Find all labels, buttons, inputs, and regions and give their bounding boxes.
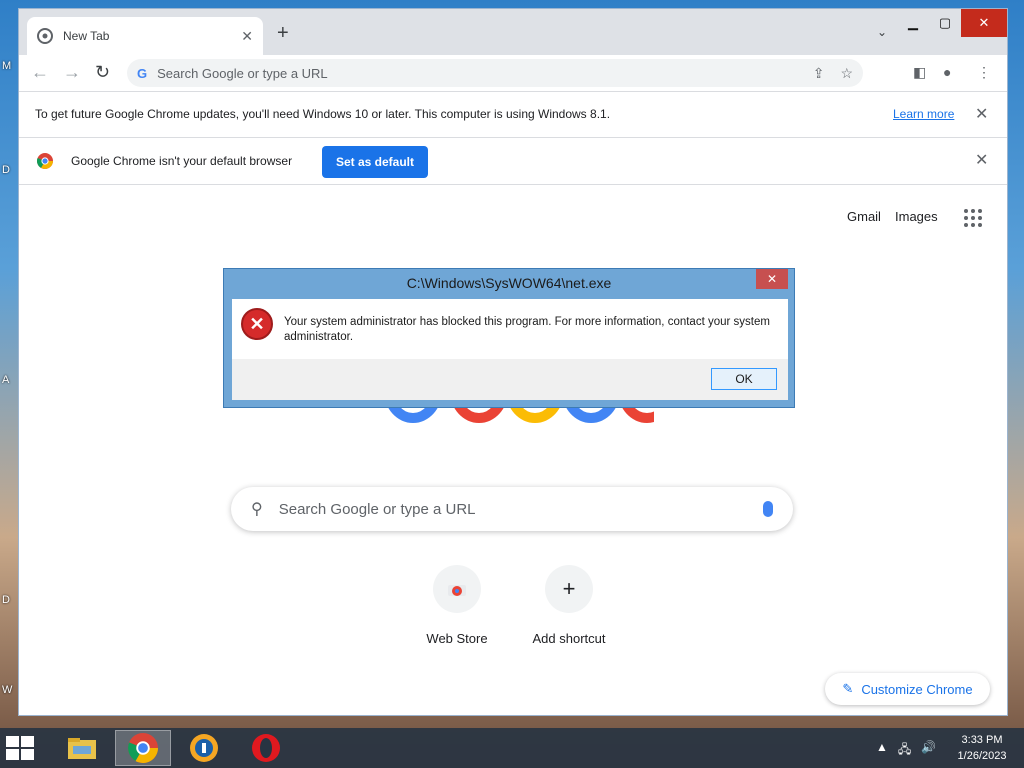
gmail-link[interactable]: Gmail [847,209,881,224]
back-button[interactable]: ← [31,63,49,81]
chrome-logo-icon [37,153,53,169]
ok-button[interactable]: OK [711,368,777,390]
forward-button[interactable]: → [63,63,81,81]
windows-start-icon[interactable] [6,736,34,760]
tab-new-tab[interactable]: New Tab ✕ [27,17,263,55]
taskbar: ▲ 🖧 🔊 3:33 PM 1/26/2023 [0,728,1024,768]
minimize-button[interactable]: ▁ [897,9,929,37]
web-store-icon [433,565,481,613]
menu-dots-icon[interactable]: ⋮ [977,64,991,81]
shortcut-label: Web Store [426,631,488,646]
title-bar: New Tab ✕ + ⌄ ▁ ▢ ✕ [19,9,1007,55]
star-icon[interactable]: ☆ [840,65,853,82]
close-tab-icon[interactable]: ✕ [241,28,253,45]
file-explorer-icon[interactable] [54,730,110,766]
images-link[interactable]: Images [895,209,938,224]
show-hidden-icons-icon[interactable]: ▲ [876,740,888,761]
toolbar: ← → ↻ G Search Google or type a URL ⇪ ☆ … [19,55,1007,91]
window-controls: ▁ ▢ ✕ [897,9,1007,37]
dialog-footer: OK [232,359,788,400]
pencil-icon: ✎ [842,681,854,696]
apps-grid-icon[interactable] [964,209,982,227]
new-tab-page: Gmail Images ⚲ Search Google or type a U… [19,185,1007,715]
new-tab-button[interactable]: + [277,23,289,43]
profile-avatar-icon[interactable]: ● [943,64,951,80]
side-panel-icon[interactable]: ◧ [913,64,926,81]
opera-icon[interactable] [238,730,294,766]
ntp-search-placeholder: Search Google or type a URL [278,500,476,518]
address-placeholder: Search Google or type a URL [157,65,328,81]
system-tray: ▲ 🖧 🔊 [876,740,936,761]
plus-icon: + [545,565,593,613]
error-icon: ✕ [241,308,273,340]
maximize-button[interactable]: ▢ [929,9,961,37]
avast-secure-browser-icon[interactable] [176,730,232,766]
dialog-title: C:\Windows\SysWOW64\net.exe [406,275,612,291]
default-browser-infobar: Google Chrome isn't your default browser… [19,137,1007,185]
desktop-letter: A [2,374,10,386]
network-icon[interactable]: 🖧 [898,740,911,761]
dialog-body: ✕ Your system administrator has blocked … [232,299,788,359]
learn-more-link[interactable]: Learn more [893,107,954,121]
google-g-icon: G [137,65,148,81]
reload-button[interactable]: ↻ [95,63,110,81]
update-infobar: To get future Google Chrome updates, you… [19,91,1007,137]
clock[interactable]: 3:33 PM 1/26/2023 [950,732,1014,764]
shortcut-web-store[interactable]: Web Store [402,565,512,646]
clock-date: 1/26/2023 [957,750,1007,762]
close-icon[interactable]: ✕ [975,104,988,124]
desktop-letter: D [2,164,10,176]
dialog-message: Your system administrator has blocked th… [284,316,770,343]
dialog-close-button[interactable]: ✕ [756,269,788,289]
volume-icon[interactable]: 🔊 [921,740,936,761]
address-bar[interactable]: G Search Google or type a URL ⇪ ☆ [127,59,863,87]
customize-label: Customize Chrome [861,681,973,697]
desktop-letter: D [2,594,10,606]
ntp-search-box[interactable]: ⚲ Search Google or type a URL [231,487,793,531]
close-icon[interactable]: ✕ [975,150,988,170]
tab-title: New Tab [63,29,110,43]
customize-chrome-button[interactable]: ✎ Customize Chrome [825,673,990,705]
desktop-letter: W [2,684,13,696]
update-message: To get future Google Chrome updates, you… [35,107,611,121]
search-icon: ⚲ [251,501,263,518]
chevron-down-icon[interactable]: ⌄ [877,25,887,39]
microphone-icon[interactable] [763,501,773,517]
clock-time: 3:33 PM [961,734,1003,746]
default-browser-message: Google Chrome isn't your default browser [71,154,293,168]
share-icon[interactable]: ⇪ [813,65,825,82]
chrome-icon [37,28,53,44]
shortcut-label: Add shortcut [532,631,606,646]
desktop-letter: M [2,60,12,72]
window-close-button[interactable]: ✕ [961,9,1007,37]
set-as-default-button[interactable]: Set as default [322,146,428,178]
shortcut-add[interactable]: + Add shortcut [514,565,624,646]
chrome-icon[interactable] [115,730,171,766]
error-dialog: C:\Windows\SysWOW64\net.exe ✕ ✕ Your sys… [223,268,795,408]
